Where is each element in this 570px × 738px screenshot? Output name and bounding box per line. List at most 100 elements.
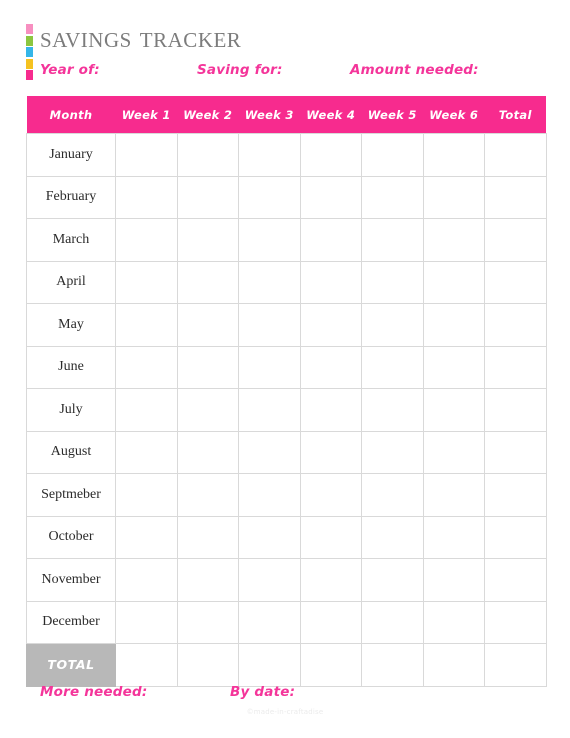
week-entry-cell[interactable]	[422, 133, 485, 177]
week-entry-cell[interactable]	[361, 473, 424, 517]
week-entry-cell[interactable]	[299, 558, 362, 602]
week-entry-cell[interactable]	[115, 600, 178, 644]
week-entry-cell[interactable]	[238, 388, 301, 432]
week-entry-cell[interactable]	[176, 218, 239, 262]
total-entry-cell[interactable]	[484, 473, 547, 517]
week-total-cell[interactable]	[115, 643, 178, 687]
week-total-cell[interactable]	[176, 643, 239, 687]
total-entry-cell[interactable]	[484, 430, 547, 474]
month-label-cell: December	[26, 600, 116, 644]
table-row: June	[26, 345, 547, 389]
week-entry-cell[interactable]	[115, 345, 178, 389]
week-entry-cell[interactable]	[176, 388, 239, 432]
week-entry-cell[interactable]	[115, 260, 178, 304]
week-entry-cell[interactable]	[422, 430, 485, 474]
week-entry-cell[interactable]	[238, 600, 301, 644]
week-entry-cell[interactable]	[422, 600, 485, 644]
week-entry-cell[interactable]	[299, 133, 362, 177]
week-entry-cell[interactable]	[299, 303, 362, 347]
week-entry-cell[interactable]	[238, 218, 301, 262]
week-entry-cell[interactable]	[176, 303, 239, 347]
week-entry-cell[interactable]	[238, 260, 301, 304]
week-entry-cell[interactable]	[238, 303, 301, 347]
total-entry-cell[interactable]	[484, 388, 547, 432]
week-entry-cell[interactable]	[361, 558, 424, 602]
week-total-cell[interactable]	[361, 643, 424, 687]
week-entry-cell[interactable]	[115, 133, 178, 177]
total-entry-cell[interactable]	[484, 600, 547, 644]
week-entry-cell[interactable]	[361, 260, 424, 304]
week-entry-cell[interactable]	[238, 133, 301, 177]
week-entry-cell[interactable]	[115, 388, 178, 432]
week-entry-cell[interactable]	[299, 218, 362, 262]
total-entry-cell[interactable]	[484, 515, 547, 559]
total-entry-cell[interactable]	[484, 345, 547, 389]
week-entry-cell[interactable]	[176, 260, 239, 304]
week-total-cell[interactable]	[422, 643, 485, 687]
week-entry-cell[interactable]	[115, 303, 178, 347]
week-entry-cell[interactable]	[422, 303, 485, 347]
week-entry-cell[interactable]	[176, 430, 239, 474]
column-header-week-2: Week 2	[177, 96, 239, 134]
week-entry-cell[interactable]	[176, 345, 239, 389]
week-entry-cell[interactable]	[115, 558, 178, 602]
week-entry-cell[interactable]	[238, 430, 301, 474]
year-of-label: Year of:	[40, 62, 100, 78]
table-row: December	[26, 600, 547, 644]
week-entry-cell[interactable]	[238, 558, 301, 602]
week-entry-cell[interactable]	[176, 175, 239, 219]
week-entry-cell[interactable]	[422, 473, 485, 517]
week-entry-cell[interactable]	[361, 133, 424, 177]
week-entry-cell[interactable]	[422, 260, 485, 304]
total-entry-cell[interactable]	[484, 303, 547, 347]
week-entry-cell[interactable]	[176, 473, 239, 517]
week-entry-cell[interactable]	[361, 600, 424, 644]
week-entry-cell[interactable]	[176, 515, 239, 559]
column-header-week-6: Week 6	[423, 96, 485, 134]
week-entry-cell[interactable]	[422, 388, 485, 432]
total-entry-cell[interactable]	[484, 175, 547, 219]
week-entry-cell[interactable]	[299, 473, 362, 517]
by-date-label: By date:	[230, 684, 296, 700]
total-entry-cell[interactable]	[484, 133, 547, 177]
week-total-cell[interactable]	[299, 643, 362, 687]
week-entry-cell[interactable]	[299, 345, 362, 389]
week-entry-cell[interactable]	[422, 218, 485, 262]
week-entry-cell[interactable]	[361, 175, 424, 219]
week-entry-cell[interactable]	[115, 515, 178, 559]
week-entry-cell[interactable]	[299, 260, 362, 304]
week-entry-cell[interactable]	[115, 175, 178, 219]
week-entry-cell[interactable]	[422, 558, 485, 602]
week-entry-cell[interactable]	[115, 218, 178, 262]
week-entry-cell[interactable]	[238, 345, 301, 389]
week-entry-cell[interactable]	[361, 515, 424, 559]
week-entry-cell[interactable]	[361, 303, 424, 347]
stripe-orange-segment	[26, 58, 33, 69]
week-entry-cell[interactable]	[238, 515, 301, 559]
week-entry-cell[interactable]	[299, 430, 362, 474]
week-entry-cell[interactable]	[299, 388, 362, 432]
week-entry-cell[interactable]	[238, 473, 301, 517]
total-entry-cell[interactable]	[484, 218, 547, 262]
week-entry-cell[interactable]	[361, 430, 424, 474]
week-entry-cell[interactable]	[176, 558, 239, 602]
week-entry-cell[interactable]	[361, 388, 424, 432]
week-entry-cell[interactable]	[361, 218, 424, 262]
grand-total-cell[interactable]	[484, 643, 547, 687]
week-entry-cell[interactable]	[422, 175, 485, 219]
week-entry-cell[interactable]	[176, 133, 239, 177]
week-entry-cell[interactable]	[115, 473, 178, 517]
week-entry-cell[interactable]	[299, 600, 362, 644]
stripe-pink-bottom-segment	[26, 70, 33, 80]
week-entry-cell[interactable]	[115, 430, 178, 474]
week-entry-cell[interactable]	[422, 345, 485, 389]
week-entry-cell[interactable]	[299, 515, 362, 559]
week-entry-cell[interactable]	[361, 345, 424, 389]
total-entry-cell[interactable]	[484, 260, 547, 304]
week-entry-cell[interactable]	[176, 600, 239, 644]
total-entry-cell[interactable]	[484, 558, 547, 602]
week-entry-cell[interactable]	[238, 175, 301, 219]
week-entry-cell[interactable]	[299, 175, 362, 219]
week-entry-cell[interactable]	[422, 515, 485, 559]
week-total-cell[interactable]	[238, 643, 301, 687]
